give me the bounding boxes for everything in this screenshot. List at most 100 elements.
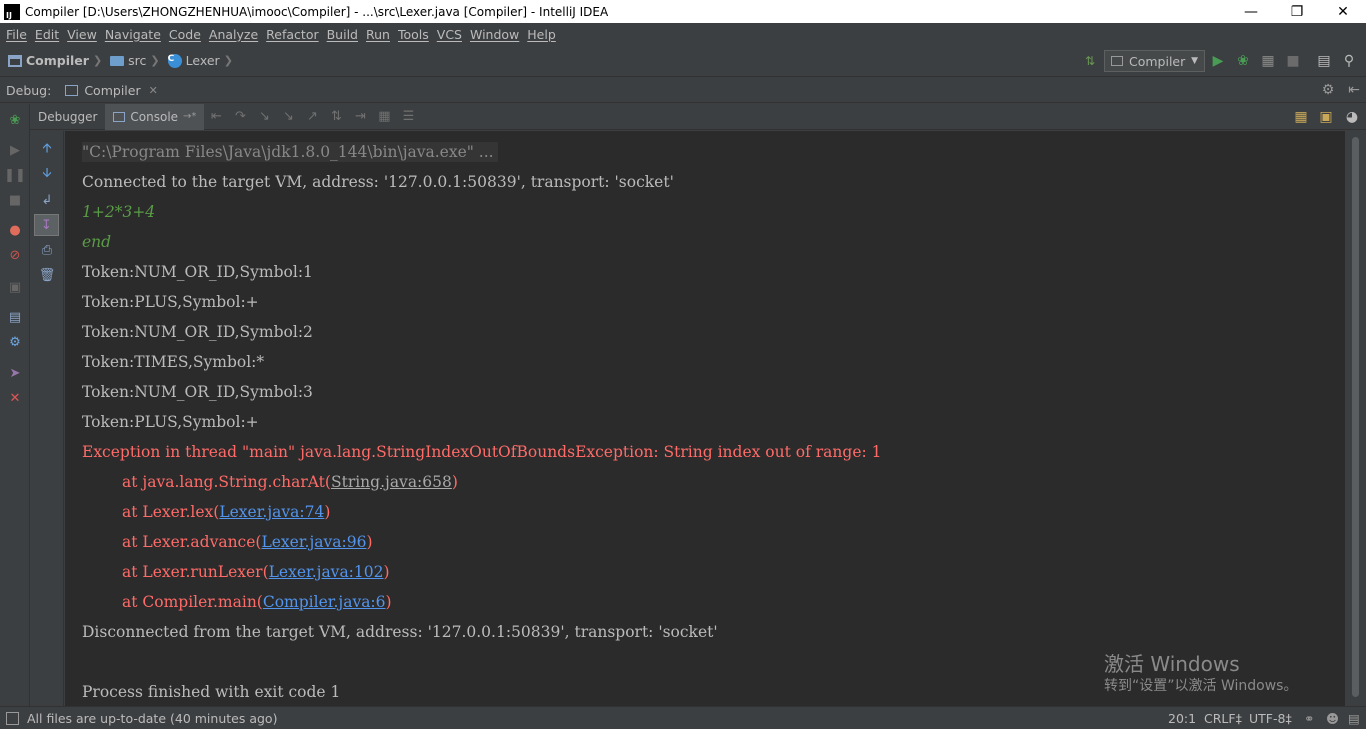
status-bar: All files are up-to-date (40 minutes ago…: [0, 706, 1366, 729]
run-to-cursor-icon[interactable]: ⇥: [348, 109, 372, 124]
menu-edit[interactable]: Edit: [31, 27, 63, 42]
breadcrumb-file[interactable]: C Lexer ❯: [167, 53, 233, 68]
lock-icon[interactable]: ⚭: [1304, 711, 1314, 726]
breadcrumb-project[interactable]: Compiler ❯: [8, 53, 102, 68]
stack-frame-link[interactable]: String.java:658: [331, 473, 452, 491]
stack-frame-method: at java.lang.String.charAt(: [122, 473, 331, 491]
stack-frame-close: ): [324, 503, 331, 521]
debug-session-label: Compiler: [84, 82, 141, 98]
project-structure-icon[interactable]: ▤: [1314, 51, 1334, 71]
resume-icon[interactable]: ▶: [5, 140, 25, 160]
pause-icon[interactable]: ❚❚: [4, 165, 26, 185]
tab-debugger[interactable]: Debugger: [30, 104, 105, 130]
close-icon[interactable]: ✕: [5, 388, 25, 408]
session-icon: [65, 84, 79, 96]
coverage-icon[interactable]: ▦: [1258, 51, 1278, 71]
caret-position[interactable]: 20:1: [1168, 711, 1196, 726]
memory-icon[interactable]: ▣: [1316, 107, 1336, 127]
stop-icon[interactable]: ■: [5, 190, 25, 210]
close-window-button[interactable]: ✕: [1320, 0, 1366, 23]
hide-panel-icon[interactable]: ⇤: [1344, 80, 1364, 100]
console-icon: [113, 111, 126, 122]
line-separator[interactable]: CRLF‡: [1204, 711, 1242, 726]
get-thread-dump-icon[interactable]: ▣: [5, 277, 25, 297]
tab-console[interactable]: Console →*: [105, 103, 205, 130]
console-scrollbar[interactable]: [1345, 131, 1366, 706]
menu-code[interactable]: Code: [165, 27, 205, 42]
debug-session-tab[interactable]: Compiler ✕: [65, 82, 158, 98]
menu-navigate[interactable]: Navigate: [101, 27, 165, 42]
restore-layout-icon[interactable]: ▦: [1291, 107, 1311, 127]
run-config-select[interactable]: Compiler ▼: [1104, 50, 1205, 72]
build-hammer-icon[interactable]: ⇅: [1080, 51, 1100, 71]
layout-icon[interactable]: ▤: [5, 307, 25, 327]
console-disconnected-line: Disconnected from the target VM, address…: [82, 623, 718, 641]
menu-analyze[interactable]: Analyze: [205, 27, 262, 42]
menu-run[interactable]: Run: [362, 27, 394, 42]
scrollbar-thumb[interactable]: [1352, 137, 1359, 697]
breadcrumb-folder[interactable]: src ❯: [110, 53, 160, 68]
menu-tools[interactable]: Tools: [394, 27, 433, 42]
console-token-line: Token:PLUS,Symbol:+: [82, 293, 259, 311]
close-icon[interactable]: ✕: [149, 84, 158, 97]
stack-frame-link[interactable]: Lexer.java:96: [261, 533, 366, 551]
menu-refactor[interactable]: Refactor: [262, 27, 322, 42]
arrow-up-icon[interactable]: 🡩: [37, 140, 57, 160]
pin-icon[interactable]: ➤: [5, 363, 25, 383]
status-message[interactable]: All files are up-to-date (40 minutes ago…: [6, 711, 277, 726]
soft-wrap-icon[interactable]: ↲: [37, 190, 57, 210]
scroll-to-end-icon[interactable]: ↧: [34, 214, 59, 236]
stack-frame-method: at Lexer.runLexer(: [122, 563, 269, 581]
stack-frame-link[interactable]: Lexer.java:74: [219, 503, 324, 521]
trace-icon[interactable]: ☰: [396, 109, 420, 124]
stop-icon[interactable]: ■: [1283, 51, 1303, 71]
step-into-icon[interactable]: ↘: [252, 109, 276, 124]
console-token-line: Token:NUM_OR_ID,Symbol:1: [82, 263, 313, 281]
performance-icon[interactable]: ◕: [1342, 107, 1362, 127]
arrow-down-icon[interactable]: 🡫: [37, 165, 57, 185]
mute-breakpoints-icon[interactable]: ⊘: [5, 245, 25, 265]
stack-frame: at Lexer.advance(Lexer.java:96): [122, 532, 373, 552]
menu-window[interactable]: Window: [466, 27, 523, 42]
menu-file[interactable]: File: [2, 27, 31, 42]
console-command-line[interactable]: "C:\Program Files\Java\jdk1.8.0_144\bin\…: [82, 142, 498, 162]
file-encoding[interactable]: UTF-8‡: [1249, 711, 1292, 726]
settings-icon[interactable]: ⚙: [5, 332, 25, 352]
print-icon[interactable]: ⎙: [37, 240, 57, 260]
stack-frame-link[interactable]: Lexer.java:102: [269, 563, 384, 581]
drop-frame-icon[interactable]: ⇅: [324, 109, 348, 124]
console-exit-line: Process finished with exit code 1: [82, 683, 341, 701]
menu-vcs[interactable]: VCS: [433, 27, 466, 42]
search-icon[interactable]: ⚲: [1339, 51, 1359, 71]
breadcrumb-file-label: Lexer: [185, 53, 220, 68]
step-out-icon[interactable]: ↗: [300, 109, 324, 124]
menu-help[interactable]: Help: [523, 27, 560, 42]
toggle-toolwindows-icon[interactable]: [6, 711, 19, 725]
tab-console-label: Console: [130, 109, 179, 124]
view-breakpoints-icon[interactable]: ●: [5, 220, 25, 240]
console-user-input: end: [82, 233, 112, 251]
restore-button[interactable]: ❐: [1274, 0, 1320, 23]
run-icon[interactable]: ▶: [1208, 51, 1228, 71]
stack-frame-link[interactable]: Compiler.java:6: [263, 593, 386, 611]
chevron-down-icon: ▼: [1191, 56, 1198, 66]
trash-icon[interactable]: 🗑: [37, 265, 57, 285]
pin-tab-icon[interactable]: →*: [183, 111, 196, 122]
stack-frame: at Lexer.lex(Lexer.java:74): [122, 502, 330, 522]
rerun-debug-icon[interactable]: ❀: [5, 110, 25, 130]
console-output[interactable]: "C:\Program Files\Java\jdk1.8.0_144\bin\…: [65, 131, 1345, 706]
chevron-right-icon: ❯: [150, 54, 160, 67]
minimize-button[interactable]: —: [1228, 0, 1274, 23]
stack-frame-method: at Compiler.main(: [122, 593, 263, 611]
menu-build[interactable]: Build: [323, 27, 362, 42]
event-log-icon[interactable]: ▤: [1348, 711, 1360, 726]
evaluate-expression-icon[interactable]: ▦: [372, 109, 396, 124]
gear-icon[interactable]: ⚙: [1318, 80, 1338, 100]
force-step-into-icon[interactable]: ↘: [276, 109, 300, 124]
debug-bug-icon[interactable]: ❀: [1233, 51, 1253, 71]
menu-view[interactable]: View: [63, 27, 101, 42]
show-execution-point-icon[interactable]: ⇤: [204, 109, 228, 124]
debug-label: Debug:: [6, 82, 52, 98]
inspector-icon[interactable]: ☻: [1326, 711, 1339, 726]
step-over-icon[interactable]: ↷: [228, 109, 252, 124]
